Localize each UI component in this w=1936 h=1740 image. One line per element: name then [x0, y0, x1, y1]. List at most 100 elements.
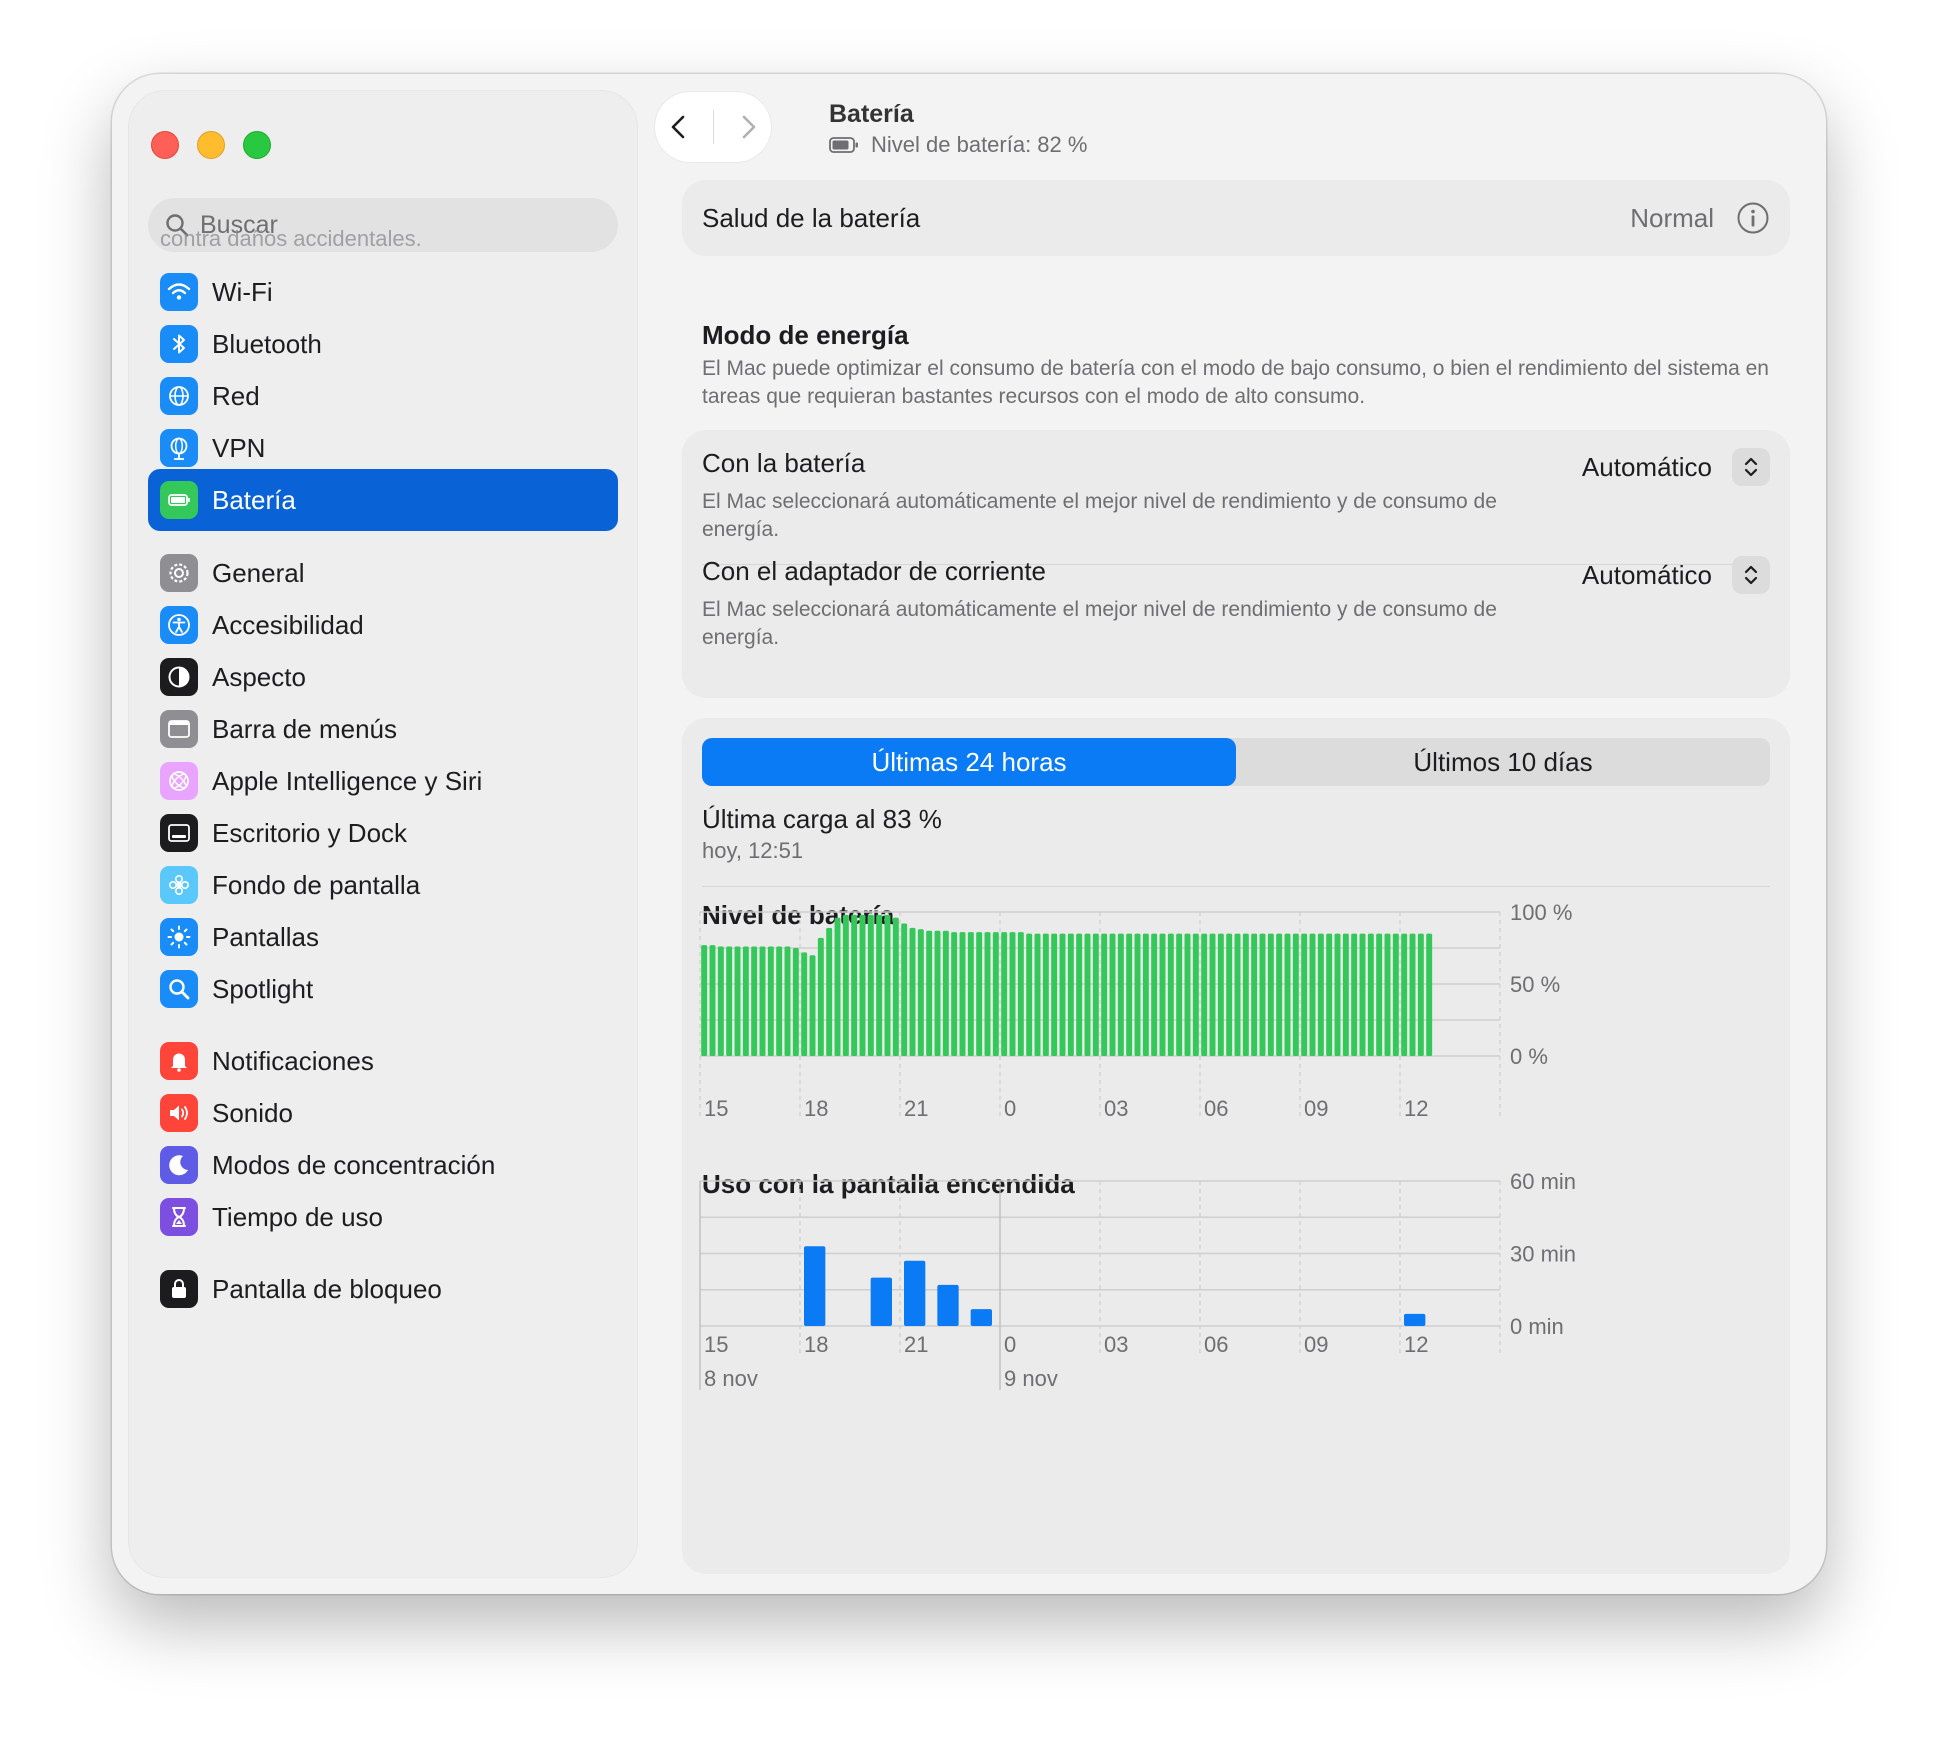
battery-bar [1259, 933, 1266, 1056]
battery-bar [1092, 933, 1099, 1056]
search-ghost-text: contra daños accidentales. [160, 226, 422, 251]
sidebar-item-label: Pantallas [212, 921, 319, 952]
battery-health-row: Salud de la batería Normal [682, 180, 1790, 256]
chevron-updown-icon[interactable] [1732, 556, 1770, 594]
sidebar-item-lock[interactable]: Pantalla de bloqueo [148, 1258, 618, 1320]
battery-bar [717, 946, 724, 1056]
sidebar-item-label: Pantalla de bloqueo [212, 1273, 442, 1304]
y-tick-label: 0 % [1510, 1044, 1548, 1069]
battery-bar [1192, 933, 1199, 1056]
battery-bar [826, 927, 833, 1056]
on-adapter-title: Con el adaptador de corriente [702, 556, 1047, 586]
battery-bar [992, 932, 999, 1056]
close-button[interactable] [151, 131, 179, 159]
back-chevron-icon[interactable] [666, 114, 692, 140]
sidebar-item-label: Red [212, 380, 260, 411]
screen-usage-bar [904, 1260, 926, 1326]
on-adapter-select[interactable]: Automático [1582, 556, 1770, 594]
x-tick-label: 21 [904, 1332, 928, 1357]
on-battery-row: Con la batería El Mac seleccionará autom… [702, 448, 1770, 548]
battery-bar [1376, 933, 1383, 1056]
sidebar-item-hourglass[interactable]: Tiempo de uso [148, 1186, 618, 1248]
battery-bar [917, 929, 924, 1056]
battery-bar [1392, 933, 1399, 1056]
wallpaper-icon [160, 866, 198, 904]
lock-icon [160, 1270, 198, 1308]
x-tick-label: 18 [804, 1332, 828, 1357]
battery-bar [1242, 933, 1249, 1056]
accessibility-icon [160, 606, 198, 644]
sidebar-item-label: VPN [212, 432, 266, 463]
battery-bar [1067, 933, 1074, 1056]
battery-bar [1326, 933, 1333, 1056]
battery-bar [801, 952, 808, 1056]
x-tick-label: 06 [1204, 1096, 1228, 1121]
sidebar-item-label: General [212, 557, 305, 588]
battery-bar [842, 914, 849, 1056]
x-date-label: 8 nov [704, 1366, 758, 1391]
battery-bar [1317, 933, 1324, 1056]
wifi-icon [160, 273, 198, 311]
battery-bar [1292, 933, 1299, 1056]
battery-bar [751, 946, 758, 1056]
battery-bar [1101, 933, 1108, 1056]
x-tick-label: 09 [1304, 1332, 1328, 1357]
tab-last-10-days[interactable]: Últimos 10 días [1236, 738, 1770, 786]
sidebar-item-label: Bluetooth [212, 328, 322, 359]
window-controls [151, 131, 271, 159]
battery-bar [1201, 933, 1208, 1056]
x-tick-label: 12 [1404, 1096, 1428, 1121]
x-tick-label: 21 [904, 1096, 928, 1121]
sidebar-item-label: Modos de concentración [212, 1149, 496, 1180]
battery-bar [1384, 933, 1391, 1056]
x-tick-label: 09 [1304, 1096, 1328, 1121]
sidebar-item-label: Escritorio y Dock [212, 817, 408, 848]
tab-last-24-hours[interactable]: Últimas 24 horas [702, 738, 1236, 786]
battery-usage-card: Últimas 24 horas Últimos 10 días Última … [682, 718, 1790, 1574]
energy-mode-description: El Mac puede optimizar el consumo de bat… [702, 357, 1769, 408]
usage-charts: 100 % 50 % 0 % 15 18 21 0 03 06 09 12 60 min 30 min 0… [699, 900, 1576, 1391]
sidebar-item-battery[interactable]: Batería [148, 469, 618, 531]
search-input[interactable]: Buscar contra daños accidentales. [148, 198, 618, 252]
battery-bar [909, 927, 916, 1056]
forward-chevron-icon[interactable] [735, 114, 761, 140]
battery-bar [1251, 933, 1258, 1056]
sidebar-item-spotlight[interactable]: Spotlight [148, 958, 618, 1020]
battery-bar [809, 955, 816, 1056]
battery-bar [884, 914, 891, 1056]
battery-bar [776, 946, 783, 1056]
battery-bar [1109, 933, 1116, 1056]
moon-icon [160, 1146, 198, 1184]
battery-bar [1301, 933, 1308, 1056]
battery-bar [759, 946, 766, 1056]
on-adapter-value: Automático [1581, 559, 1712, 590]
battery-bar [1042, 933, 1049, 1056]
chevron-updown-icon[interactable] [1732, 448, 1770, 486]
battery-bar [701, 945, 708, 1056]
battery-bar [1151, 933, 1158, 1056]
minimize-button[interactable] [197, 131, 225, 159]
battery-bar [976, 932, 983, 1056]
speaker-icon [160, 1094, 198, 1132]
siri-icon [160, 762, 198, 800]
battery-bar [951, 932, 958, 1056]
globe-icon [160, 377, 198, 415]
battery-bar [1226, 933, 1233, 1056]
battery-bar [1117, 933, 1124, 1056]
gear-icon [160, 554, 198, 592]
battery-bar [1217, 933, 1224, 1056]
battery-bar [1426, 933, 1433, 1056]
battery-bar [967, 932, 974, 1056]
vpn-globe-icon [160, 429, 198, 467]
info-icon[interactable] [1736, 201, 1770, 235]
on-battery-select[interactable]: Automático [1582, 448, 1770, 486]
battery-bar [709, 945, 716, 1056]
battery-bar [817, 937, 824, 1056]
battery-bar [792, 948, 799, 1056]
battery-bar [742, 946, 749, 1056]
battery-level-subtitle: Nivel de batería: 82 % [829, 132, 1087, 158]
x-tick-label: 0 [1004, 1096, 1016, 1121]
battery-bar [934, 930, 941, 1056]
page-title: Batería [829, 100, 914, 128]
zoom-button[interactable] [243, 131, 271, 159]
